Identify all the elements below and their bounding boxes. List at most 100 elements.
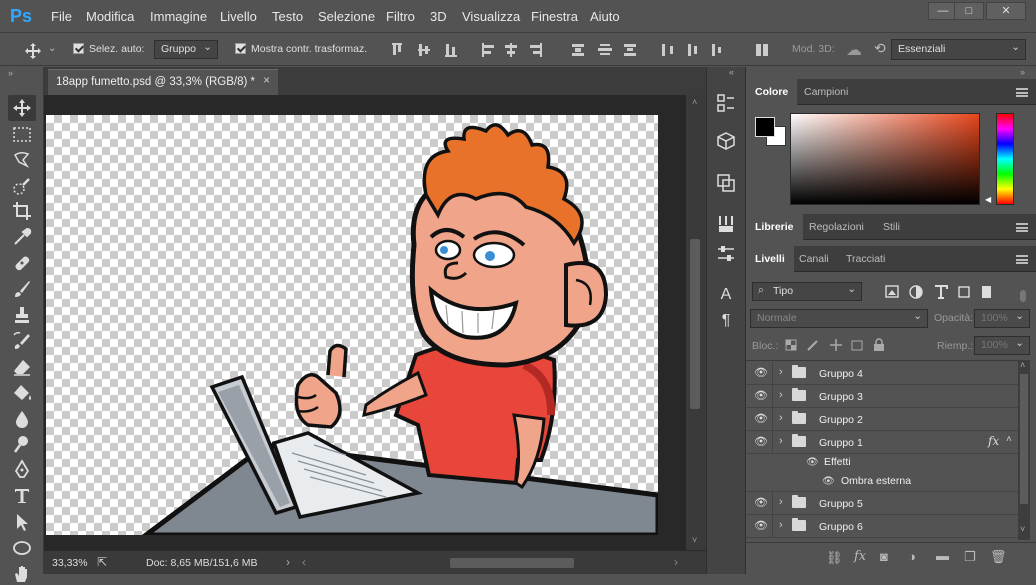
- layer-row[interactable]: 👁 › Gruppo 3: [746, 385, 1018, 408]
- transform-controls-checkbox[interactable]: [235, 43, 246, 54]
- layer-row[interactable]: 👁 › Gruppo 4: [746, 362, 1018, 385]
- opacity-field[interactable]: 100%: [974, 308, 1030, 328]
- history-brush-tool-icon[interactable]: [11, 330, 33, 352]
- auto-select-checkbox[interactable]: [73, 43, 84, 54]
- marquee-tool-icon[interactable]: [11, 124, 33, 146]
- crop-tool-icon[interactable]: [11, 200, 33, 222]
- chevron-right-icon[interactable]: ›: [779, 519, 783, 531]
- menu-selezione[interactable]: Selezione: [318, 9, 375, 24]
- menu-3d[interactable]: 3D: [430, 9, 447, 24]
- menu-modifica[interactable]: Modifica: [86, 9, 134, 24]
- lasso-tool-icon[interactable]: [11, 149, 33, 171]
- layer-row[interactable]: 👁 › Gruppo 5: [746, 492, 1018, 515]
- tab-livelli[interactable]: Livelli: [746, 246, 794, 273]
- clone-stamp-tool-icon[interactable]: [11, 304, 33, 326]
- visibility-eye-icon[interactable]: 👁: [754, 414, 768, 425]
- tool-preset-chevron-icon[interactable]: ⌄: [48, 43, 56, 54]
- chevron-right-icon[interactable]: ›: [779, 389, 783, 401]
- tab-campioni[interactable]: Campioni: [795, 79, 857, 105]
- layers-scrollbar[interactable]: ˄ ˅: [1018, 360, 1030, 540]
- layer-filter-icons[interactable]: [884, 284, 1016, 300]
- dock-collapse-icon[interactable]: «: [729, 67, 734, 77]
- tab-canali[interactable]: Canali: [790, 246, 838, 272]
- document-tab-close-icon[interactable]: ×: [263, 75, 270, 87]
- hand-tool-icon[interactable]: [11, 563, 33, 585]
- menu-visualizza[interactable]: Visualizza: [462, 9, 520, 24]
- panels-collapse-icon[interactable]: »: [1020, 67, 1025, 77]
- quick-selection-tool-icon[interactable]: [11, 175, 33, 197]
- scroll-up-icon[interactable]: ˄: [692, 97, 697, 107]
- effect-eye-icon[interactable]: 👁: [822, 476, 835, 487]
- layer-effects-fx-icon[interactable]: fx: [988, 434, 999, 448]
- hue-slider[interactable]: [996, 113, 1014, 205]
- pen-tool-icon[interactable]: [11, 459, 33, 481]
- move-tool-icon[interactable]: [24, 42, 42, 60]
- align-distribute-icons[interactable]: [390, 42, 650, 58]
- horizontal-scrollbar-thumb[interactable]: [450, 558, 574, 568]
- paint-bucket-tool-icon[interactable]: [11, 382, 33, 404]
- brush-tool-icon[interactable]: [11, 278, 33, 300]
- ellipse-tool-icon[interactable]: [11, 537, 33, 559]
- layers-scroll-thumb[interactable]: [1020, 374, 1028, 504]
- tab-stili[interactable]: Stili: [874, 214, 909, 240]
- history-panel-icon[interactable]: [715, 92, 737, 114]
- layer-filter-dropdown[interactable]: ⌕ Tipo: [752, 281, 862, 301]
- link-layers-icon[interactable]: ⛓: [826, 550, 843, 566]
- color-field[interactable]: [790, 113, 980, 205]
- library-panel-menu-icon[interactable]: [1016, 223, 1028, 232]
- distribute-horizontal-icons[interactable]: [660, 42, 730, 58]
- chevron-right-icon[interactable]: ›: [779, 435, 783, 447]
- color-panel-menu-icon[interactable]: [1016, 88, 1028, 97]
- document-tab[interactable]: 18app fumetto.psd @ 33,3% (RGB/8) * ×: [48, 69, 278, 95]
- layers-panel-menu-icon[interactable]: [1016, 255, 1028, 264]
- close-window-button[interactable]: ✕: [986, 2, 1026, 20]
- paragraph-panel-icon[interactable]: ¶: [712, 309, 740, 333]
- visibility-eye-icon[interactable]: 👁: [754, 521, 768, 532]
- add-style-fx-icon[interactable]: fx: [854, 549, 866, 564]
- tab-regolazioni[interactable]: Regolazioni: [800, 214, 873, 240]
- status-menu-arrow-icon[interactable]: ›: [286, 555, 290, 569]
- zoom-level[interactable]: 33,33%: [52, 557, 88, 569]
- toolbox-collapse-icon[interactable]: »: [8, 68, 13, 78]
- canvas-vertical-scrollbar[interactable]: ˄ ˅: [686, 95, 706, 550]
- filter-toggle[interactable]: [1020, 290, 1026, 302]
- move-tool-icon[interactable]: [11, 97, 33, 119]
- orbit-3d-icon[interactable]: ☁: [846, 40, 862, 60]
- visibility-eye-icon[interactable]: 👁: [754, 437, 768, 448]
- delete-layer-icon[interactable]: 🗑: [990, 549, 1007, 565]
- workspace-dropdown[interactable]: Essenziali: [891, 38, 1026, 60]
- visibility-eye-icon[interactable]: 👁: [754, 391, 768, 402]
- dodge-tool-icon[interactable]: [11, 433, 33, 455]
- menu-finestra[interactable]: Finestra: [531, 9, 578, 24]
- scroll-left-icon[interactable]: ‹: [302, 555, 306, 569]
- effect-item-row[interactable]: 👁 Ombra esterna: [746, 473, 1018, 492]
- scroll-down-icon[interactable]: ˅: [692, 535, 697, 545]
- brush-settings-icon[interactable]: [715, 243, 737, 265]
- healing-brush-tool-icon[interactable]: [11, 252, 33, 274]
- blur-tool-icon[interactable]: [11, 408, 33, 430]
- blend-mode-dropdown[interactable]: Normale: [750, 308, 928, 328]
- document-canvas[interactable]: [46, 115, 658, 535]
- scrollbar-thumb[interactable]: [690, 239, 700, 409]
- layer-comps-icon[interactable]: [715, 172, 737, 194]
- auto-select-dropdown[interactable]: Gruppo: [154, 39, 218, 59]
- layer-row[interactable]: 👁 › Gruppo 6: [746, 515, 1018, 538]
- layer-row[interactable]: 👁 › Gruppo 1 fx ˄: [746, 431, 1018, 454]
- restore-button[interactable]: □: [954, 2, 984, 20]
- eraser-tool-icon[interactable]: [11, 356, 33, 378]
- lock-icons[interactable]: [784, 338, 888, 352]
- menu-filtro[interactable]: Filtro: [386, 9, 415, 24]
- type-tool-icon[interactable]: [11, 485, 33, 507]
- character-panel-icon[interactable]: A: [712, 283, 740, 307]
- menu-testo[interactable]: Testo: [272, 9, 303, 24]
- 3d-panel-icon[interactable]: [715, 130, 737, 152]
- export-icon[interactable]: ⇱: [97, 555, 107, 569]
- eyedropper-tool-icon[interactable]: [11, 226, 33, 248]
- effects-eye-icon[interactable]: 👁: [806, 457, 819, 468]
- path-selection-tool-icon[interactable]: [11, 511, 33, 533]
- tab-librerie[interactable]: Librerie: [746, 214, 803, 240]
- menu-livello[interactable]: Livello: [220, 9, 257, 24]
- tab-colore[interactable]: Colore: [746, 79, 798, 105]
- tab-tracciati[interactable]: Tracciati: [837, 246, 894, 272]
- scroll-right-icon[interactable]: ›: [674, 555, 678, 569]
